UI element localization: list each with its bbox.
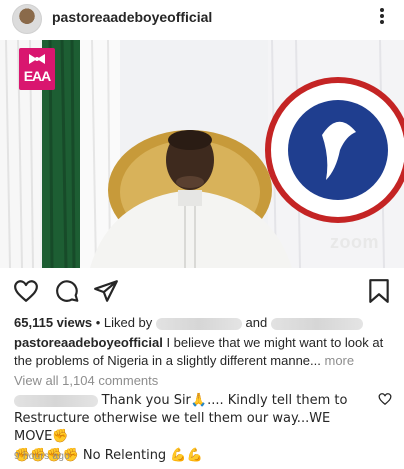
bookmark-icon[interactable] xyxy=(366,278,392,304)
comment-line-3: No Relenting 💪💪 xyxy=(78,448,203,463)
avatar[interactable] xyxy=(12,4,42,34)
and-label: and xyxy=(245,315,268,330)
eaa-logo: EAA xyxy=(19,48,55,90)
liker-name-redacted[interactable] xyxy=(155,317,242,330)
eaa-logo-text: EAA xyxy=(23,68,52,84)
heart-outline-icon[interactable] xyxy=(13,278,39,304)
liker-name-redacted[interactable] xyxy=(270,317,363,330)
view-all-comments-link[interactable]: View all 1,104 comments xyxy=(14,373,158,388)
commenter-name-redacted[interactable] xyxy=(14,394,98,407)
action-bar xyxy=(0,272,404,308)
post-video[interactable]: EAA zoom xyxy=(0,40,404,268)
liked-by-label: • Liked by xyxy=(95,315,153,330)
more-vertical-icon[interactable] xyxy=(378,6,386,30)
paper-plane-icon[interactable] xyxy=(93,278,119,304)
comment-line-1: Thank you Sir🙏.... Kindly tell them to xyxy=(101,393,348,408)
post-timestamp: 9 hours ago xyxy=(14,451,71,462)
post-username[interactable]: pastoreaadeboyeofficial xyxy=(52,9,212,25)
caption-username[interactable]: pastoreaadeboyeofficial xyxy=(14,335,163,350)
post-caption: pastoreaadeboyeofficial I believe that w… xyxy=(14,334,394,370)
views-line: 65,115 views • Liked by and xyxy=(14,315,363,330)
more-link[interactable]: more xyxy=(321,353,354,368)
comment-bubble-icon[interactable] xyxy=(54,278,80,304)
post-header: pastoreaadeboyeofficial xyxy=(0,0,404,40)
views-count[interactable]: 65,115 views xyxy=(14,315,92,330)
comment-line-2: Restructure otherwise we tell them our w… xyxy=(14,411,331,444)
bow-icon xyxy=(29,54,45,64)
small-heart-icon[interactable] xyxy=(378,392,392,406)
zoom-watermark: zoom xyxy=(330,232,379,252)
